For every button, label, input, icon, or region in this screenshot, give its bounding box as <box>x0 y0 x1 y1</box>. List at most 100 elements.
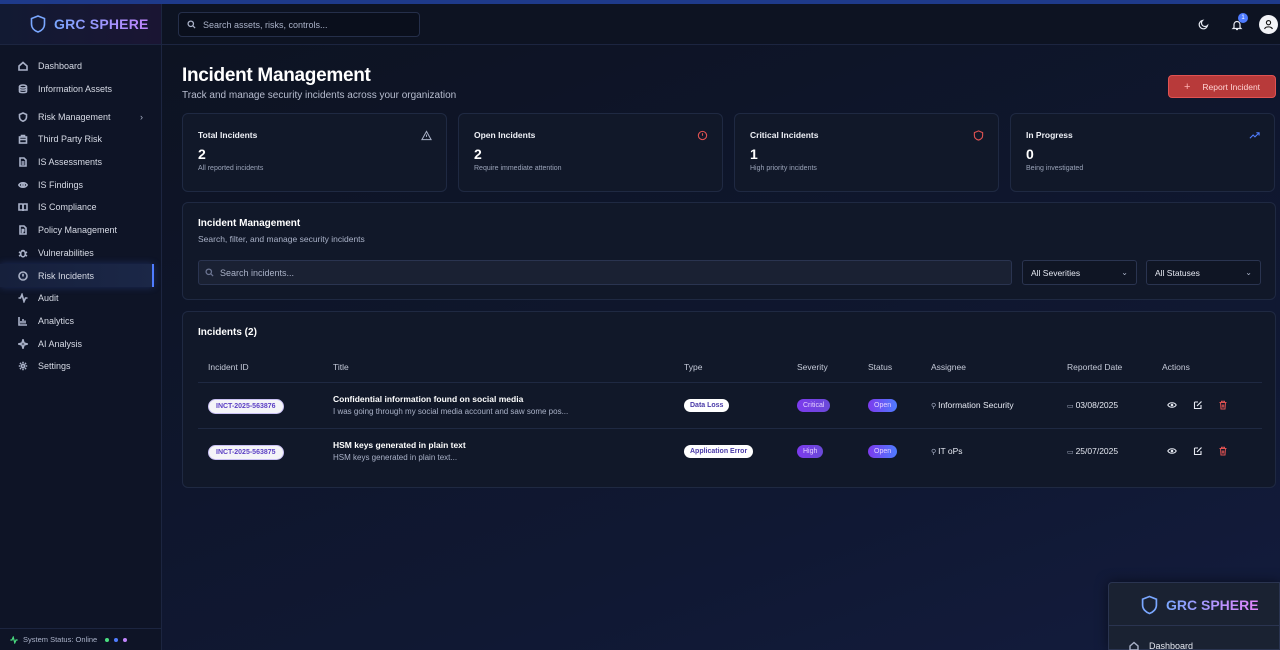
filter-panel-title: Incident Management <box>198 218 301 229</box>
assignee: ⚲ Information Security <box>931 400 1014 410</box>
plus-icon: + <box>1183 80 1191 93</box>
column-header-severity[interactable]: Severity <box>797 362 828 372</box>
column-header-type[interactable]: Type <box>684 362 702 372</box>
sidebar-item-third-party-risk[interactable]: Third Party Risk <box>0 128 161 151</box>
sidebar-item-label: Settings <box>38 361 71 372</box>
stat-card-open: Open Incidents 2 Require immediate atten… <box>458 113 723 192</box>
incident-id-pill[interactable]: INCT-2025-563875 <box>208 445 284 460</box>
stat-card-label: Open Incidents <box>474 130 536 140</box>
trending-up-icon <box>1249 132 1260 139</box>
sidebar-item-label: IS Assessments <box>38 157 103 168</box>
notifications-button[interactable]: 1 <box>1231 13 1248 31</box>
status-dot-green <box>105 637 110 642</box>
edit-icon[interactable] <box>1193 446 1203 456</box>
global-search-input[interactable] <box>203 19 403 30</box>
view-icon[interactable] <box>1167 446 1177 456</box>
sidebar-item-label: Analytics <box>38 315 75 326</box>
sidebar-item-label: Policy Management <box>38 225 118 236</box>
table-row[interactable]: INCT-2025-563875 HSM keys generated in p… <box>198 428 1262 474</box>
sidebar-item-risk-management[interactable]: Risk Management › <box>0 105 161 128</box>
system-status-text: System Status: Online <box>23 635 98 644</box>
gear-icon <box>18 362 28 371</box>
sidebar-nav: Dashboard Information Assets Risk Manage… <box>0 45 161 378</box>
column-header-assignee[interactable]: Assignee <box>931 362 966 372</box>
incident-title[interactable]: HSM keys generated in plain text <box>333 440 466 450</box>
sidebar-item-label: Third Party Risk <box>38 134 103 145</box>
column-header-status[interactable]: Status <box>868 362 892 372</box>
sidebar-item-label: Information Assets <box>38 84 113 95</box>
sidebar-item-label: AI Analysis <box>38 338 83 349</box>
severity-badge: Critical <box>797 399 831 412</box>
sidebar-item-risk-incidents[interactable]: Risk Incidents <box>0 264 154 287</box>
brand[interactable]: GRC SPHERE <box>0 4 161 45</box>
assignee-name: Information Security <box>938 400 1014 410</box>
status-dot-blue <box>114 637 119 642</box>
sidebar-item-is-findings[interactable]: IS Findings <box>0 173 161 196</box>
stat-card-note: All reported incidents <box>198 165 264 172</box>
table-row[interactable]: INCT-2025-563876 Confidential informatio… <box>198 382 1262 428</box>
alert-circle-icon <box>18 270 28 281</box>
sidebar-item-information-assets[interactable]: Information Assets <box>0 78 161 101</box>
database-icon <box>18 84 28 94</box>
column-header-title[interactable]: Title <box>333 362 349 372</box>
stat-cards: Total Incidents 2 All reported incidents… <box>182 113 1276 192</box>
sidebar-item-label: Dashboard <box>38 61 83 72</box>
view-icon[interactable] <box>1167 400 1177 410</box>
sidebar-item-analytics[interactable]: Analytics <box>0 310 161 333</box>
preview-brand: GRC SPHERE <box>1141 595 1259 615</box>
preview-item-dashboard[interactable]: Dashboard <box>1129 641 1193 650</box>
severity-badge: High <box>797 445 824 458</box>
notification-count-badge: 1 <box>1238 13 1248 23</box>
top-header: 1 <box>162 4 1280 45</box>
incidents-table-title: Incidents (2) <box>198 327 257 338</box>
page-title: Incident Management <box>182 65 371 86</box>
chevron-down-icon: ⌄ <box>1245 268 1252 277</box>
preview-item-label: Dashboard <box>1149 641 1194 650</box>
severity-select[interactable]: All Severities ⌄ <box>1022 260 1137 285</box>
brand-name: GRC SPHERE <box>54 16 149 32</box>
incident-id-pill[interactable]: INCT-2025-563876 <box>208 399 284 414</box>
incident-search[interactable] <box>198 260 1012 285</box>
avatar[interactable] <box>1259 15 1278 34</box>
shield-icon <box>18 111 28 122</box>
status-select-value: All Statuses <box>1155 267 1200 278</box>
stat-card-note: Being investigated <box>1026 165 1084 172</box>
reported-date: ▭ 03/08/2025 <box>1067 400 1118 410</box>
stat-card-value: 1 <box>750 146 758 162</box>
incident-title[interactable]: Confidential information found on social… <box>333 394 523 404</box>
incident-search-input[interactable] <box>220 267 920 278</box>
preview-brand-name: GRC SPHERE <box>1166 597 1259 613</box>
table-header: Incident ID Title Type Severity Status A… <box>183 362 1275 382</box>
sidebar-item-policy-management[interactable]: Policy Management <box>0 219 161 242</box>
document-icon <box>19 225 27 235</box>
sidebar-item-ai-analysis[interactable]: AI Analysis <box>0 332 161 355</box>
delete-icon[interactable] <box>1218 400 1228 410</box>
report-incident-button[interactable]: + Report Incident <box>1168 75 1276 98</box>
sidebar-item-is-compliance[interactable]: IS Compliance <box>0 196 161 219</box>
report-incident-label: Report Incident <box>1202 81 1261 92</box>
mini-sidebar-preview: GRC SPHERE Dashboard <box>1108 582 1280 650</box>
activity-icon <box>18 293 28 304</box>
chevron-right-icon: › <box>140 111 143 122</box>
sidebar-item-dashboard[interactable]: Dashboard <box>0 55 161 78</box>
column-header-incident-id[interactable]: Incident ID <box>208 362 249 372</box>
reported-date-value: 25/07/2025 <box>1075 446 1119 456</box>
shield-logo-icon <box>1141 595 1158 615</box>
status-select[interactable]: All Statuses ⌄ <box>1146 260 1261 285</box>
sidebar-item-vulnerabilities[interactable]: Vulnerabilities <box>0 242 161 265</box>
sidebar-item-audit[interactable]: Audit <box>0 287 161 310</box>
calendar-icon: ▭ <box>1067 403 1076 410</box>
moon-icon[interactable] <box>1198 18 1210 30</box>
sidebar-item-label: Vulnerabilities <box>38 247 94 258</box>
delete-icon[interactable] <box>1218 446 1228 456</box>
sidebar-item-is-assessments[interactable]: IS Assessments <box>0 151 161 174</box>
page-subtitle: Track and manage security incidents acro… <box>182 90 457 101</box>
edit-icon[interactable] <box>1193 400 1203 410</box>
reported-date: ▭ 25/07/2025 <box>1067 446 1118 456</box>
stat-card-note: High priority incidents <box>750 165 817 172</box>
type-badge: Data Loss <box>684 399 730 412</box>
global-search[interactable] <box>178 12 420 37</box>
column-header-reported-date[interactable]: Reported Date <box>1067 362 1122 372</box>
sidebar-item-settings[interactable]: Settings <box>0 355 161 378</box>
assignee: ⚲ IT oPs <box>931 446 963 456</box>
